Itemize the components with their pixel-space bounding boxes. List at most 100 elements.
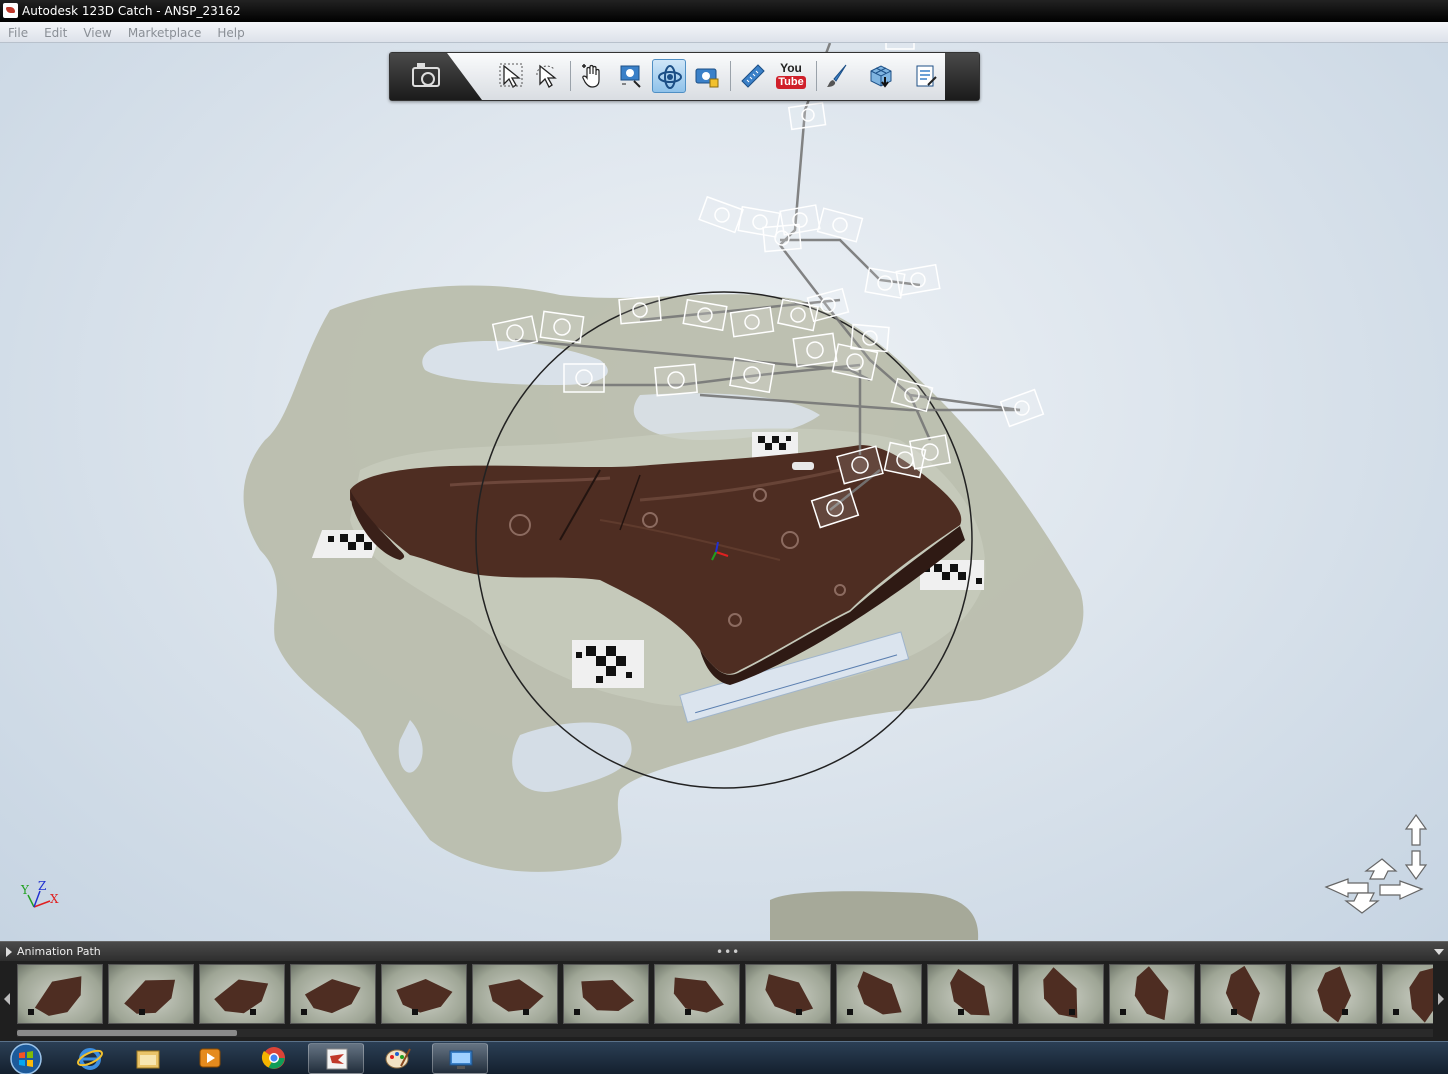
nav-right-arrow (1379, 880, 1424, 900)
start-button[interactable] (6, 1042, 46, 1074)
internet-explorer-icon (77, 1048, 103, 1070)
toolbar-separator (816, 61, 817, 91)
select-tool-button[interactable] (494, 59, 528, 93)
folder-icon (136, 1050, 160, 1069)
hand-icon (582, 64, 600, 88)
filmstrip (0, 961, 1448, 1041)
menu-bar: File Edit View Marketplace Help (0, 22, 1448, 43)
orbit-tool-button[interactable] (652, 59, 686, 93)
photo-thumbnail[interactable] (1109, 964, 1195, 1024)
taskbar-123d-catch[interactable] (308, 1043, 364, 1074)
taskbar-internet-explorer[interactable] (62, 1043, 118, 1074)
scroll-right-arrow-icon[interactable] (1438, 993, 1444, 1005)
camera-lock-button[interactable] (690, 59, 724, 93)
photo-thumbnail[interactable] (1018, 964, 1104, 1024)
photo-thumbnail[interactable] (199, 964, 285, 1024)
panel-grip[interactable]: ••• (716, 942, 740, 962)
thumbnail-list (17, 964, 1433, 1026)
properties-button[interactable] (908, 59, 942, 93)
lasso-select-button[interactable] (530, 59, 564, 93)
thumbnail-image (488, 979, 544, 1015)
thumbnail-image (1120, 966, 1169, 1021)
photo-thumbnail[interactable] (472, 964, 558, 1024)
ruler-icon (741, 64, 765, 88)
thumbnail-image (1043, 967, 1078, 1019)
taskbar-remote-desktop[interactable] (432, 1043, 488, 1074)
media-player-icon (199, 1048, 221, 1068)
paint-palette-icon (385, 1048, 411, 1069)
axis-y-label: Y (21, 883, 29, 897)
collapse-triangle-icon[interactable] (1434, 949, 1444, 955)
pointer-icon (499, 63, 523, 88)
menu-view[interactable]: View (75, 23, 119, 44)
thumbnail-image (847, 971, 902, 1015)
photo-thumbnail[interactable] (1382, 964, 1433, 1024)
taskbar-file-explorer[interactable] (120, 1043, 176, 1074)
lasso-pointer-icon (536, 64, 557, 88)
axis-triad: Y Z X (18, 879, 68, 915)
pan-tool-button[interactable] (576, 59, 610, 93)
menu-file[interactable]: File (0, 23, 36, 44)
photo-thumbnail[interactable] (927, 964, 1013, 1024)
thumbnail-image (1393, 967, 1433, 1023)
mesh-download-icon (870, 65, 892, 88)
paint-tool-button[interactable] (820, 59, 854, 93)
thumbnail-image (673, 977, 724, 1015)
thumbnail-image (574, 979, 635, 1015)
photo-thumbnail[interactable] (836, 964, 922, 1024)
photo-thumbnail[interactable] (563, 964, 649, 1024)
axis-z-label: Z (38, 879, 47, 893)
paintbrush-icon (827, 64, 847, 87)
animation-path-header[interactable]: Animation Path ••• (0, 941, 1448, 961)
camera-menu-tab[interactable] (390, 53, 482, 100)
taskbar-media-player[interactable] (182, 1043, 238, 1074)
nav-down-arrow (1404, 850, 1428, 881)
photo-thumbnail[interactable] (108, 964, 194, 1024)
photo-thumbnail[interactable] (745, 964, 831, 1024)
123d-catch-icon (326, 1048, 348, 1070)
toolbar-end-cap (945, 53, 979, 100)
main-toolbar: You Tube (389, 52, 980, 101)
zoom-tool-button[interactable] (614, 59, 648, 93)
ground-mat-lower (770, 891, 979, 940)
photo-thumbnail[interactable] (381, 964, 467, 1024)
filmstrip-scrollbar[interactable] (17, 1029, 1433, 1037)
expand-triangle-icon[interactable] (6, 947, 12, 957)
menu-edit[interactable]: Edit (36, 23, 75, 44)
document-icon (916, 65, 937, 87)
animation-path-title: Animation Path (17, 945, 101, 958)
scene (243, 43, 1084, 940)
export-button[interactable] (864, 59, 898, 93)
measure-tool-button[interactable] (736, 59, 770, 93)
axis-x-label: X (50, 892, 59, 906)
navigation-widget[interactable] (1322, 813, 1432, 917)
app-icon (3, 3, 18, 18)
taskbar-chrome[interactable] (246, 1043, 302, 1074)
youtube-icon: You Tube (776, 61, 806, 89)
photo-thumbnail[interactable] (17, 964, 103, 1024)
photo-thumbnail[interactable] (290, 964, 376, 1024)
menu-marketplace[interactable]: Marketplace (120, 23, 210, 44)
toolbar-separator (730, 61, 731, 91)
camera-icon (412, 63, 440, 87)
taskbar-paint[interactable] (370, 1043, 426, 1074)
thumbnail-image (214, 979, 269, 1015)
magnifier-icon (620, 65, 641, 88)
3d-viewport[interactable]: You Tube Y Z X (0, 43, 1448, 941)
scroll-left-arrow-icon[interactable] (4, 993, 10, 1005)
thumbnail-image (1317, 966, 1352, 1023)
photo-thumbnail[interactable] (1291, 964, 1377, 1024)
scrollbar-thumb[interactable] (17, 1030, 237, 1036)
toolbar-separator (570, 61, 571, 91)
orbit-icon (658, 65, 682, 89)
menu-help[interactable]: Help (209, 23, 252, 44)
thumbnail-image (124, 979, 176, 1015)
photo-thumbnail[interactable] (654, 964, 740, 1024)
thumbnail-image (950, 968, 990, 1016)
thumbnail-image (396, 978, 453, 1015)
nav-back-arrow (1344, 892, 1380, 914)
window-title: Autodesk 123D Catch - ANSP_23162 (22, 4, 241, 18)
marker-bottom (572, 640, 644, 688)
photo-thumbnail[interactable] (1200, 964, 1286, 1024)
youtube-button[interactable]: You Tube (774, 59, 808, 93)
